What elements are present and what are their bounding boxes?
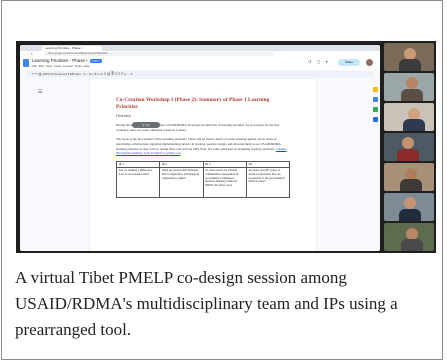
account-avatar[interactable]: [366, 59, 373, 66]
document-title[interactable]: Learning Priorities - Phase I DOCX: [32, 58, 103, 63]
document-heading: Co-Creation Workshop I (Phase 2): Summar…: [116, 97, 270, 110]
participant-tile[interactable]: [384, 73, 434, 101]
figure-frame: Learning Priorities - Phase I ← → ↻ docs…: [1, 0, 443, 360]
history-icon[interactable]: ↺ ▢ ▾: [308, 59, 330, 64]
collaborator-cursor-label: ● You: [132, 122, 160, 128]
participant-body: [401, 239, 423, 251]
paragraph-focus: The focus of the first session will be l…: [116, 137, 290, 155]
contacts-icon[interactable]: [373, 107, 378, 112]
formatting-toolbar[interactable]: ↶ ↷ 🖨 100% ▾ Normal text ▾ EB Gara... ▾ …: [26, 71, 374, 77]
participant-face: [406, 77, 418, 89]
document-title-text[interactable]: Learning Priorities - Phase I: [32, 58, 88, 63]
tasks-icon[interactable]: [373, 97, 378, 102]
participant-face: [404, 197, 416, 209]
document-outline-icon[interactable]: ☰: [38, 89, 42, 95]
table-cell-so[interactable]: Are there specific types of cultural exp…: [245, 167, 291, 199]
share-button[interactable]: Share: [338, 59, 360, 66]
participant-tile[interactable]: [384, 193, 434, 221]
maps-icon[interactable]: [373, 117, 378, 122]
participant-tile[interactable]: [384, 223, 434, 251]
participant-tile[interactable]: [384, 43, 434, 71]
keep-icon[interactable]: [373, 87, 378, 92]
table-row: Are we making a difference, how do we me…: [115, 167, 291, 199]
paragraph-focus-text: The focus of the first session will be l…: [116, 137, 281, 151]
participant-face: [402, 137, 414, 149]
learning-questions-table[interactable]: IR 1 IR 2 IR 3 SO Are we making a differ…: [115, 160, 291, 199]
docs-menu-bar[interactable]: File Edit View Insert Format Tools Help: [32, 64, 90, 68]
participant-body: [397, 149, 419, 161]
paragraph-focus-end: .: [180, 151, 182, 156]
participant-body: [399, 59, 421, 71]
google-docs-icon[interactable]: [23, 59, 29, 67]
screenshot: Learning Priorities - Phase I ← → ↻ docs…: [16, 41, 436, 253]
figure-caption: A virtual Tibet PMELP co-design session …: [15, 268, 398, 339]
table-cell-ir1[interactable]: Are we making a difference, how do we me…: [115, 167, 161, 199]
participant-tile[interactable]: [384, 133, 434, 161]
navigation-buttons[interactable]: ← → ↻: [23, 52, 33, 56]
file-format-badge: DOCX: [89, 59, 103, 63]
participant-body: [401, 89, 423, 101]
document-page[interactable]: Co-Creation Workshop I (Phase 2): Summar…: [90, 79, 316, 251]
side-panel-rail: [372, 81, 380, 251]
address-bar[interactable]: docs.google.com/document/d/learning-prio…: [44, 52, 274, 56]
participant-body: [400, 179, 422, 191]
video-participants-panel: [382, 41, 436, 253]
participant-body: [399, 209, 421, 221]
participant-tile[interactable]: [384, 163, 434, 191]
browser-window: Learning Priorities - Phase I ← → ↻ docs…: [20, 45, 380, 251]
participant-body: [403, 119, 425, 131]
table-cell-ir2[interactable]: What are sectors that Tibetans have comp…: [159, 167, 204, 199]
overview-heading: Overview: [116, 114, 131, 119]
participant-tile[interactable]: [384, 103, 434, 131]
table-cell-ir3[interactable]: To what extent are Tibetan communities r…: [202, 167, 247, 199]
